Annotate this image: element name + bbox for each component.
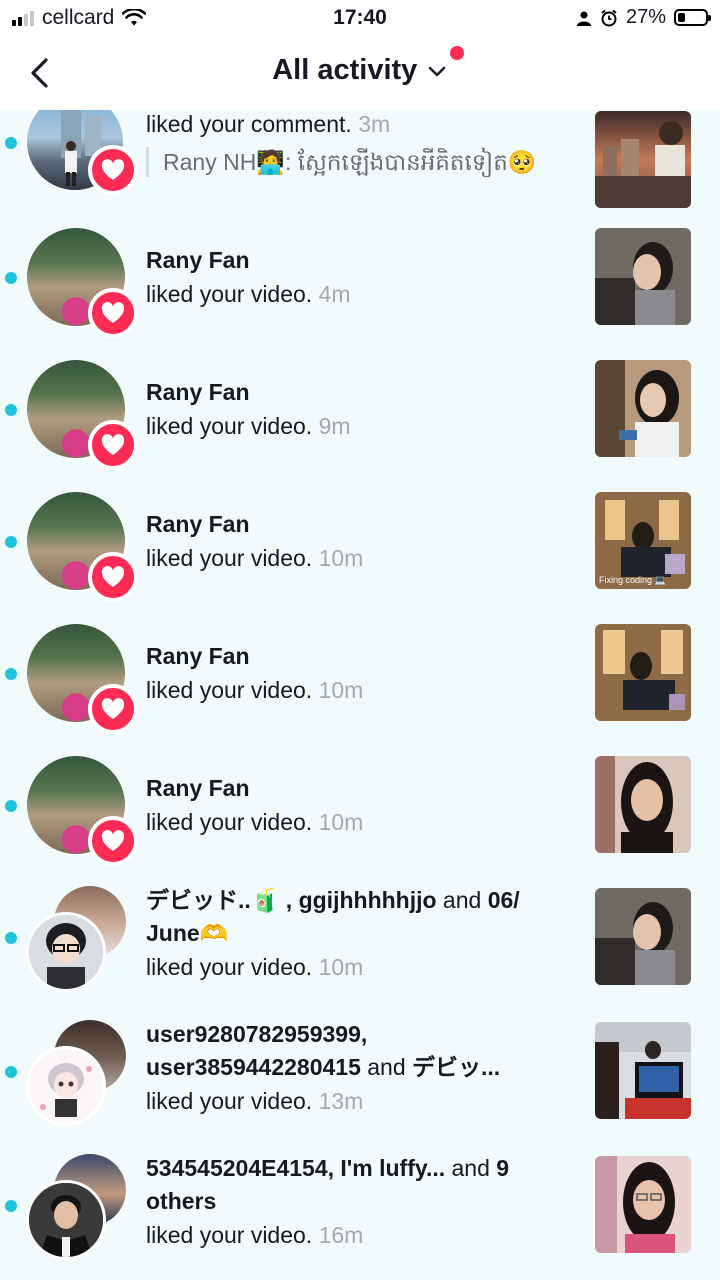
conjunction-text: and bbox=[360, 1054, 413, 1080]
user-name[interactable]: Rany Fan bbox=[146, 772, 566, 805]
activity-text: liked your video. bbox=[146, 677, 313, 703]
heart-badge bbox=[88, 552, 138, 602]
video-thumbnail[interactable] bbox=[595, 111, 691, 208]
user-name[interactable]: デビッ... bbox=[412, 1054, 500, 1080]
page-title: All activity bbox=[272, 54, 418, 86]
timestamp: 4m bbox=[318, 281, 351, 307]
activity-text: liked your video. bbox=[146, 809, 313, 835]
video-thumbnail[interactable] bbox=[595, 756, 691, 853]
video-thumbnail[interactable] bbox=[595, 888, 691, 985]
heart-icon bbox=[101, 698, 125, 719]
unread-dot bbox=[5, 404, 17, 416]
avatar[interactable] bbox=[26, 1046, 106, 1126]
unread-dot bbox=[5, 1066, 17, 1078]
user-names[interactable]: 534545204E4154, I'm luffy... and 9 other… bbox=[146, 1152, 566, 1218]
thumbnail-caption: Fixing coding 💻 bbox=[599, 575, 666, 585]
heart-badge bbox=[88, 816, 138, 866]
video-thumbnail[interactable] bbox=[595, 360, 691, 457]
activity-text: liked your comment. bbox=[146, 111, 352, 137]
list-item[interactable]: Rany Fan liked your video. 4m bbox=[0, 222, 720, 354]
unread-dot bbox=[5, 272, 17, 284]
user-name[interactable]: Rany Fan bbox=[146, 640, 566, 673]
activity-text: liked your video. bbox=[146, 545, 313, 571]
timestamp: 3m bbox=[358, 111, 391, 137]
video-thumbnail[interactable] bbox=[595, 1022, 691, 1119]
video-thumbnail[interactable]: Fixing coding 💻 bbox=[595, 492, 691, 589]
video-thumbnail[interactable] bbox=[595, 228, 691, 325]
list-item[interactable]: デビッド..🧃 , ggijhhhhhjjo and 06/ June🫶 lik… bbox=[0, 882, 720, 1022]
activity-text: liked your video. bbox=[146, 1222, 313, 1248]
unread-dot bbox=[5, 800, 17, 812]
battery-icon bbox=[674, 9, 711, 26]
battery-percent: 27% bbox=[625, 6, 666, 28]
timestamp: 16m bbox=[318, 1222, 364, 1248]
activity-filter-dropdown[interactable]: All activity bbox=[0, 54, 720, 87]
header: All activity bbox=[0, 36, 720, 110]
timestamp: 9m bbox=[318, 413, 351, 439]
list-item[interactable]: Rany Fan liked your video. 10m bbox=[0, 618, 720, 750]
user-name[interactable]: Rany Fan bbox=[146, 244, 566, 277]
list-item[interactable]: Rany Fan liked your video. 9m bbox=[0, 354, 720, 486]
list-item[interactable]: user9280782959399, user3859442280415 and… bbox=[0, 1016, 720, 1156]
heart-badge bbox=[88, 420, 138, 470]
user-name[interactable]: Rany Fan bbox=[146, 508, 566, 541]
heart-badge bbox=[88, 145, 138, 195]
timestamp: 10m bbox=[318, 954, 364, 980]
alarm-icon bbox=[601, 9, 617, 26]
activity-list[interactable]: liked your comment. 3m Rany NH🧑‍💻: ស្អែក… bbox=[0, 110, 720, 1280]
video-thumbnail[interactable] bbox=[595, 624, 691, 721]
unread-dot bbox=[5, 536, 17, 548]
user-names[interactable]: デビッド..🧃 , ggijhhhhhjjo and 06/ June🫶 bbox=[146, 884, 566, 950]
list-item[interactable]: liked your comment. 3m Rany NH🧑‍💻: ស្អែក… bbox=[0, 110, 720, 240]
conjunction-text: and bbox=[445, 1155, 497, 1181]
person-icon bbox=[576, 11, 591, 26]
unread-dot bbox=[5, 1200, 17, 1212]
activity-text: liked your video. bbox=[146, 413, 313, 439]
avatar[interactable] bbox=[26, 912, 106, 992]
user-name[interactable]: 534545204E4154, I'm luffy... bbox=[146, 1155, 445, 1181]
heart-icon bbox=[101, 159, 125, 180]
activity-text: liked your video. bbox=[146, 281, 313, 307]
heart-icon bbox=[101, 566, 125, 587]
list-item[interactable]: 534545204E4154, I'm luffy... and 9 other… bbox=[0, 1150, 720, 1280]
unread-dot bbox=[5, 668, 17, 680]
user-name[interactable]: Rany Fan bbox=[146, 376, 566, 409]
user-names[interactable]: user9280782959399, user3859442280415 and… bbox=[146, 1018, 566, 1084]
user-name[interactable]: user9280782959399, user3859442280415 bbox=[146, 1021, 367, 1080]
heart-icon bbox=[101, 302, 125, 323]
new-activity-dot bbox=[450, 46, 464, 60]
user-name[interactable]: デビッド..🧃 , ggijhhhhhjjo bbox=[146, 887, 437, 913]
timestamp: 10m bbox=[318, 545, 364, 571]
conjunction-text: and bbox=[436, 887, 488, 913]
timestamp: 10m bbox=[318, 677, 364, 703]
avatar[interactable] bbox=[26, 1180, 106, 1260]
status-bar: cellcard 17:40 27% bbox=[0, 0, 720, 36]
list-item[interactable]: Rany Fan liked your video. 10m bbox=[0, 750, 720, 882]
list-item[interactable]: Rany Fan liked your video. 10m Fixing co… bbox=[0, 486, 720, 618]
activity-text: liked your video. bbox=[146, 1088, 313, 1114]
video-thumbnail[interactable] bbox=[595, 1156, 691, 1253]
timestamp: 13m bbox=[318, 1088, 364, 1114]
heart-badge bbox=[88, 288, 138, 338]
comment-quote: Rany NH🧑‍💻: ស្អែកឡើងបានអីគិតទៀត🥺 bbox=[146, 147, 566, 177]
unread-dot bbox=[5, 137, 17, 149]
timestamp: 10m bbox=[318, 809, 364, 835]
activity-text: liked your video. bbox=[146, 954, 313, 980]
chevron-down-icon bbox=[428, 66, 446, 76]
heart-icon bbox=[101, 830, 125, 851]
unread-dot bbox=[5, 932, 17, 944]
heart-badge bbox=[88, 684, 138, 734]
heart-icon bbox=[101, 434, 125, 455]
